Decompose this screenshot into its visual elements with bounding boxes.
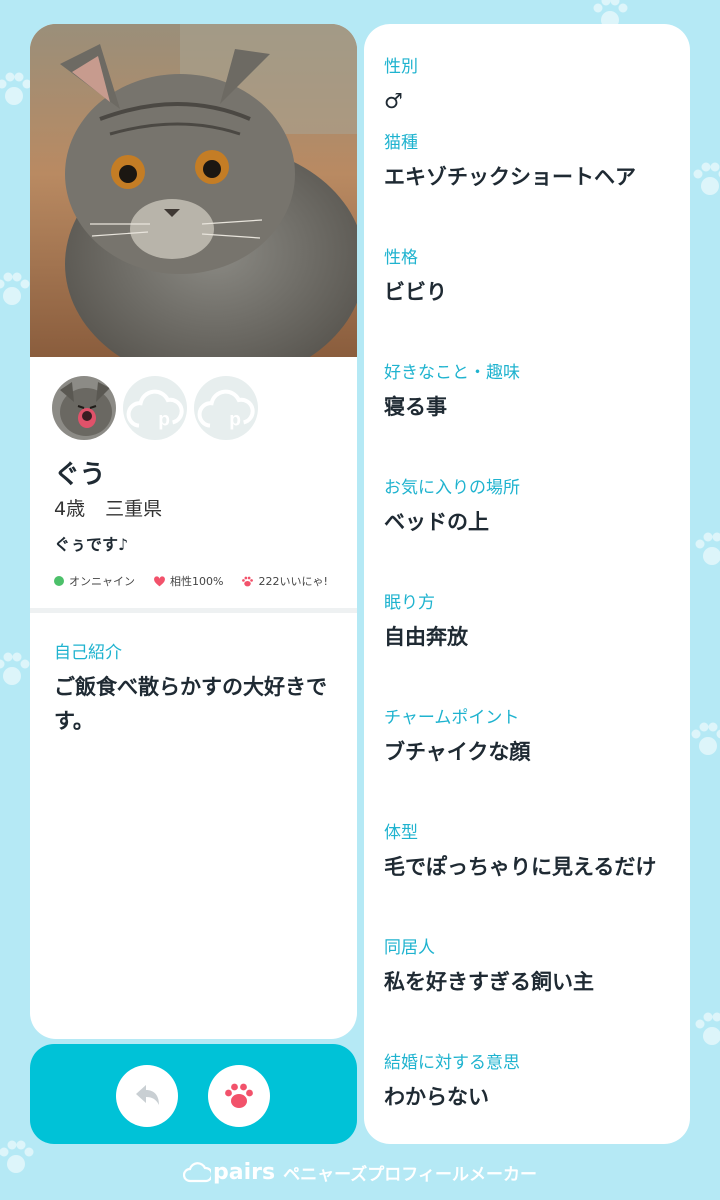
detail-label: お気に入りの場所 — [384, 478, 520, 498]
detail-label: 性格 — [384, 248, 418, 268]
likes-label: 222いいにゃ! — [258, 575, 328, 588]
background-paw-icon — [0, 70, 34, 110]
detail-value: ブチャイクな顔 — [384, 740, 531, 764]
cloud-p-icon: p — [197, 389, 255, 431]
detail-value: ビビり — [384, 280, 447, 304]
profile-photo[interactable] — [30, 24, 357, 357]
profile-meta: 4歳 三重県 — [54, 494, 162, 521]
profile-card: p p ぐう 4歳 三重県 ぐぅです♪ オンニャイン 相性100% 222いいにゃ… — [30, 24, 357, 1039]
profile-location: 三重県 — [105, 498, 163, 520]
intro-text: ご飯食べ散らかすの大好きです。 — [54, 675, 327, 733]
online-status: オンニャイン — [54, 573, 135, 589]
background-paw-icon — [692, 1010, 720, 1050]
detail-label: 同居人 — [384, 938, 435, 958]
detail-label: 猫種 — [384, 133, 418, 153]
detail-body-type: 体型 毛でぽっちゃりに見えるだけ — [384, 822, 674, 882]
detail-label: 体型 — [384, 823, 418, 843]
like-button[interactable] — [208, 1065, 270, 1127]
back-arrow-icon — [136, 1085, 159, 1105]
background-paw-icon — [0, 270, 32, 310]
cloud-logo-icon — [183, 1162, 212, 1183]
detail-value: ベッドの上 — [384, 510, 489, 534]
detail-label: 性別 — [384, 57, 418, 77]
detail-label: 好きなこと・趣味 — [384, 363, 520, 383]
detail-label: チャームポイント — [384, 708, 520, 728]
detail-label: 眠り方 — [384, 593, 435, 613]
compatibility-stat: 相性100% — [153, 573, 223, 589]
detail-value: 私を好きすぎる飼い主 — [384, 970, 594, 994]
compatibility-label: 相性100% — [170, 575, 224, 588]
detail-breed: 猫種 エキゾチックショートヘア — [384, 132, 674, 192]
detail-sleep-style: 眠り方 自由奔放 — [384, 592, 674, 652]
detail-value: わからない — [384, 1085, 489, 1109]
detail-charm-point: チャームポイント ブチャイクな顔 — [384, 707, 674, 767]
detail-value: 寝る事 — [384, 395, 447, 419]
section-divider — [30, 608, 357, 613]
paw-icon — [225, 1083, 253, 1108]
avatar-thumbnail[interactable] — [52, 376, 116, 440]
details-card: 性別 ♂ 猫種 エキゾチックショートヘア 性格 ビビり 好きなこと・趣味 寝る事… — [364, 24, 690, 1144]
detail-favorite-place: お気に入りの場所 ベッドの上 — [384, 477, 674, 537]
background-paw-icon — [692, 530, 720, 570]
svg-text:p: p — [158, 410, 170, 431]
detail-value: エキゾチックショートヘア — [384, 165, 636, 189]
empty-photo-slot[interactable]: p — [194, 376, 258, 440]
background-paw-icon — [688, 720, 720, 760]
pairs-logo: pairs — [183, 1160, 275, 1185]
detail-value: ♂ — [384, 89, 403, 113]
profile-tagline: ぐぅです♪ — [54, 535, 129, 554]
profile-age: 4歳 — [54, 498, 86, 520]
likes-stat: 222いいにゃ! — [241, 573, 328, 589]
detail-value: 自由奔放 — [384, 625, 468, 649]
paw-icon — [242, 576, 254, 586]
footer: pairs ペニャーズプロフィールメーカー — [0, 1156, 720, 1188]
svg-text:p: p — [229, 410, 241, 431]
online-status-label: オンニャイン — [69, 575, 135, 588]
detail-roommate: 同居人 私を好きすぎる飼い主 — [384, 937, 674, 997]
profile-name: ぐう — [54, 460, 106, 490]
footer-text: ペニャーズプロフィールメーカー — [283, 1164, 537, 1185]
detail-personality: 性格 ビビり — [384, 247, 674, 307]
action-bar — [30, 1044, 357, 1144]
profile-stats: オンニャイン 相性100% 222いいにゃ! — [54, 573, 346, 589]
detail-gender: 性別 ♂ — [384, 56, 674, 116]
online-dot-icon — [54, 576, 64, 586]
cloud-p-icon: p — [126, 389, 184, 431]
detail-hobby: 好きなこと・趣味 寝る事 — [384, 362, 674, 422]
background-paw-icon — [690, 160, 720, 200]
detail-marriage: 結婚に対する意思 わからない — [384, 1052, 674, 1112]
photo-thumbnails: p p — [52, 376, 258, 440]
heart-icon — [154, 575, 165, 586]
detail-label: 結婚に対する意思 — [384, 1053, 520, 1073]
back-button[interactable] — [116, 1065, 178, 1127]
pairs-logo-text: pairs — [213, 1159, 276, 1185]
empty-photo-slot[interactable]: p — [123, 376, 187, 440]
detail-value: 毛でぽっちゃりに見えるだけ — [384, 855, 657, 879]
intro-label: 自己紹介 — [54, 643, 122, 663]
background-paw-icon — [0, 650, 32, 690]
